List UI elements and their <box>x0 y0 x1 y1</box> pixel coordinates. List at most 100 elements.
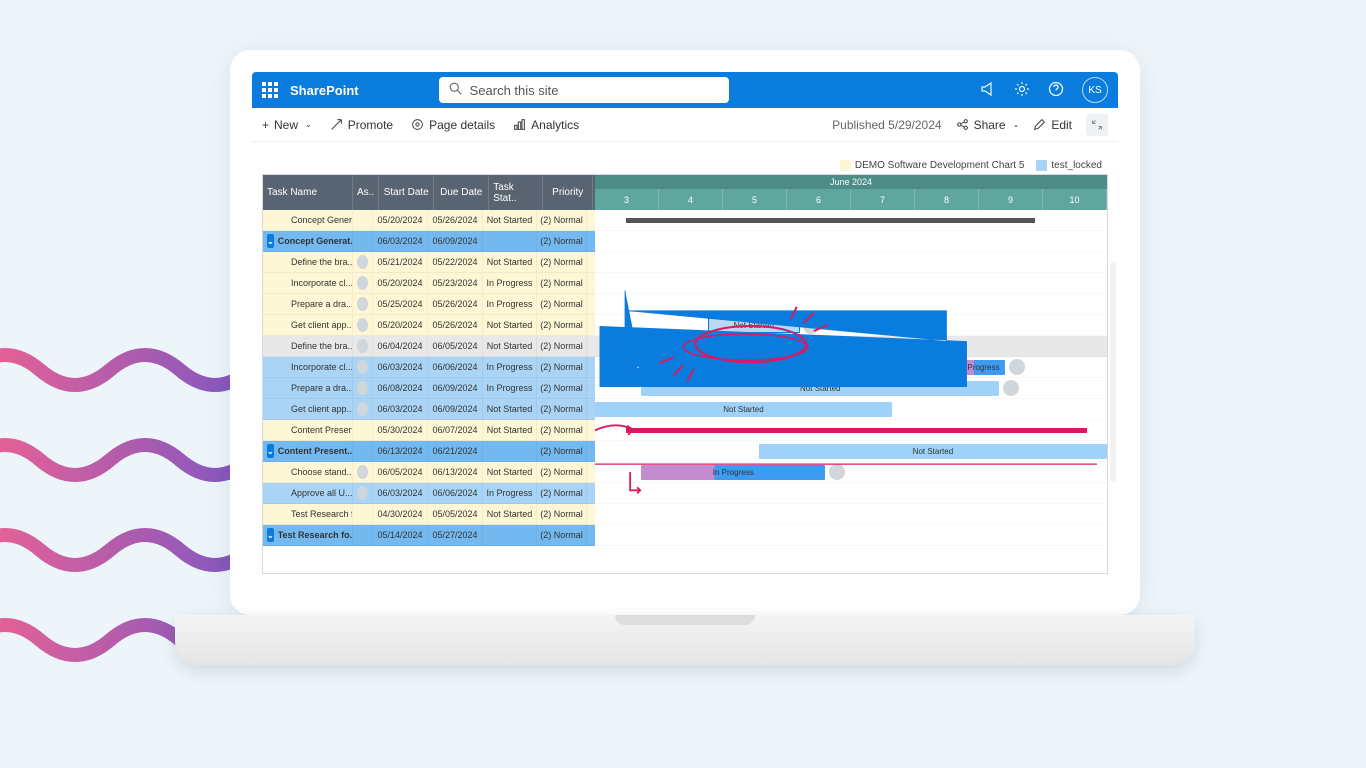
table-row[interactable]: ⌄Concept Generat...06/03/202406/09/2024(… <box>263 231 595 252</box>
cell-status <box>483 231 537 251</box>
settings-icon[interactable] <box>1014 81 1030 100</box>
analytics-button[interactable]: Analytics <box>513 118 579 132</box>
cell-priority: (2) Normal <box>537 294 587 314</box>
timeline-row[interactable]: Not Started <box>595 315 1107 336</box>
gantt-bar[interactable]: In Progress <box>641 465 825 480</box>
col-header-start[interactable]: Start Date <box>379 175 434 210</box>
table-row[interactable]: ⌄Test Research fo...05/14/202405/27/2024… <box>263 525 595 546</box>
decorative-wave <box>0 340 250 400</box>
share-button[interactable]: Share⌄ <box>956 118 1020 132</box>
summary-bar[interactable] <box>626 218 1036 223</box>
summary-bar[interactable] <box>626 428 1087 433</box>
gantt-bar[interactable]: In Progress <box>953 360 1004 375</box>
chevron-down-icon: ⌄ <box>305 120 312 129</box>
cell-due: 05/27/2024 <box>428 525 483 545</box>
promote-icon <box>330 118 343 131</box>
timeline-row[interactable]: Not Started <box>595 378 1107 399</box>
cell-status: Not Started <box>483 504 537 524</box>
chart-legend: DEMO Software Development Chart 5 test_l… <box>262 156 1108 174</box>
timeline-row[interactable] <box>595 231 1107 252</box>
help-icon[interactable] <box>1048 81 1064 100</box>
cell-assignee <box>353 231 373 251</box>
col-header-due[interactable]: Due Date <box>434 175 489 210</box>
gantt-timeline[interactable]: June 2024 345678910 <box>595 175 1107 573</box>
user-avatar[interactable]: KS <box>1082 77 1108 103</box>
scrollbar[interactable] <box>1110 262 1116 482</box>
legend-swatch <box>1036 160 1047 171</box>
timeline-row[interactable]: Not Started <box>595 441 1107 462</box>
timeline-row[interactable] <box>595 483 1107 504</box>
search-placeholder: Search this site <box>470 83 559 98</box>
timeline-row[interactable] <box>595 525 1107 546</box>
timeline-row[interactable] <box>595 210 1107 231</box>
cell-due: 06/05/2024 <box>428 336 483 356</box>
table-row[interactable]: Test Research for...04/30/202405/05/2024… <box>263 504 595 525</box>
analytics-icon <box>513 118 526 131</box>
laptop-base <box>175 615 1195 665</box>
timeline-row[interactable]: Not Started <box>595 399 1107 420</box>
table-row[interactable]: Incorporate cl...06/03/202406/06/2024In … <box>263 357 595 378</box>
cell-status: In Progress <box>483 357 537 377</box>
timeline-row[interactable] <box>595 294 1107 315</box>
cell-start: 05/20/2024 <box>373 315 428 335</box>
gantt-bar[interactable]: Not Started <box>708 318 800 333</box>
new-button[interactable]: +New⌄ <box>262 118 312 132</box>
search-input[interactable]: Search this site <box>439 77 729 103</box>
bar-avatar <box>829 338 845 354</box>
gantt-bar[interactable]: Not Started <box>759 444 1107 459</box>
col-header-priority[interactable]: Priority <box>543 175 593 210</box>
collapse-button[interactable] <box>1086 114 1108 136</box>
table-row[interactable]: Define the bra...05/21/202405/22/2024Not… <box>263 252 595 273</box>
gantt-bar[interactable]: Not Started <box>641 381 999 396</box>
gantt-bar[interactable] <box>641 339 825 354</box>
edit-button[interactable]: Edit <box>1033 118 1072 132</box>
timeline-row[interactable] <box>595 420 1107 441</box>
col-header-name[interactable]: Task Name <box>263 175 353 210</box>
table-row[interactable]: Prepare a dra...06/08/202406/09/2024In P… <box>263 378 595 399</box>
table-row[interactable]: Incorporate cl...05/20/202405/23/2024In … <box>263 273 595 294</box>
table-row[interactable]: Define the bra...06/04/202406/05/2024Not… <box>263 336 595 357</box>
table-row[interactable]: Choose stand...06/05/202406/13/2024Not S… <box>263 462 595 483</box>
expand-icon[interactable]: ⌄ <box>267 528 274 542</box>
megaphone-icon[interactable] <box>980 81 996 100</box>
cell-name: Prepare a dra... <box>263 294 353 314</box>
cell-status: In Progress <box>483 294 537 314</box>
cell-status: Not Started <box>483 399 537 419</box>
table-row[interactable]: Get client app...05/20/202405/26/2024Not… <box>263 315 595 336</box>
cell-name: Incorporate cl... <box>263 273 353 293</box>
cell-status: In Progress <box>483 273 537 293</box>
timeline-row[interactable]: In Progress <box>595 462 1107 483</box>
timeline-row[interactable] <box>595 336 1107 357</box>
app-launcher-icon[interactable] <box>262 82 278 98</box>
cell-start: 05/30/2024 <box>373 420 428 440</box>
cell-start: 06/03/2024 <box>373 483 428 503</box>
table-row[interactable]: Content Presenta...05/30/202406/07/2024N… <box>263 420 595 441</box>
cell-assignee <box>353 483 373 503</box>
cell-status <box>483 525 537 545</box>
cell-name: Define the bra... <box>263 252 353 272</box>
table-row[interactable]: Prepare a dra...05/25/202405/26/2024In P… <box>263 294 595 315</box>
bar-label: Not Started <box>913 447 953 456</box>
cell-due: 06/21/2024 <box>428 441 483 461</box>
promote-button[interactable]: Promote <box>330 118 393 132</box>
expand-icon[interactable]: ⌄ <box>267 234 274 248</box>
timeline-row[interactable] <box>595 504 1107 525</box>
col-header-assignee[interactable]: As.. <box>353 175 379 210</box>
table-row[interactable]: ⌄Content Present...06/13/202406/21/2024(… <box>263 441 595 462</box>
assignee-avatar <box>357 318 368 332</box>
timeline-row[interactable] <box>595 273 1107 294</box>
table-row[interactable]: Approve all U...06/03/202406/06/2024In P… <box>263 483 595 504</box>
timeline-month: June 2024 <box>595 175 1107 189</box>
table-row[interactable]: Concept Generati...05/20/202405/26/2024N… <box>263 210 595 231</box>
page-details-button[interactable]: Page details <box>411 118 495 132</box>
expand-icon[interactable]: ⌄ <box>267 444 274 458</box>
timeline-row[interactable] <box>595 252 1107 273</box>
gantt-bar[interactable]: Not Started <box>595 402 892 417</box>
cell-due: 05/26/2024 <box>428 315 483 335</box>
col-header-status[interactable]: Task Stat.. <box>489 175 543 210</box>
timeline-row[interactable]: In Progress <box>595 357 1107 378</box>
cell-priority: (2) Normal <box>537 273 587 293</box>
cell-start: 06/03/2024 <box>373 399 428 419</box>
table-row[interactable]: Get client app...06/03/202406/09/2024Not… <box>263 399 595 420</box>
cell-name: Concept Generati... <box>263 210 353 230</box>
